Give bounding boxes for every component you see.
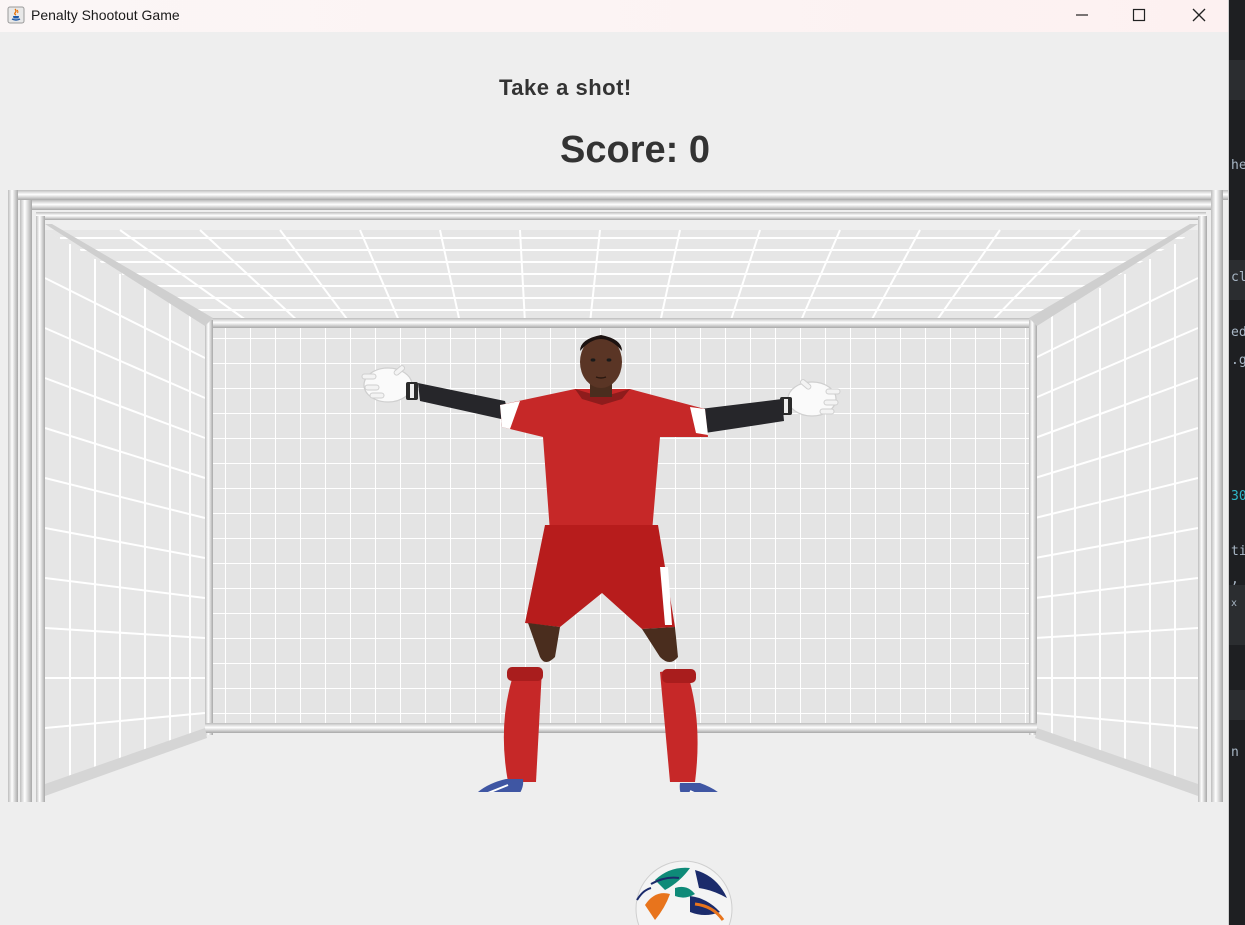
editor-band [1229, 585, 1245, 645]
right-glove-icon [780, 379, 841, 417]
maximize-icon [1132, 8, 1146, 22]
soccer-ball-icon[interactable] [635, 860, 735, 925]
window-title: Penalty Shootout Game [31, 7, 180, 23]
left-glove-icon [361, 365, 418, 403]
editor-text-fragment: he [1231, 158, 1245, 173]
title-bar[interactable]: Penalty Shootout Game [0, 0, 1228, 32]
background-editor-strip: he cl ed .g 30 ti , x n [1229, 0, 1245, 925]
editor-text-fragment: x [1231, 598, 1238, 609]
close-button[interactable] [1171, 0, 1227, 30]
editor-text-fragment: .g [1231, 353, 1245, 368]
editor-text-fragment: ti [1231, 544, 1245, 559]
status-message: Take a shot! [499, 75, 632, 100]
right-boot-icon [679, 783, 718, 792]
left-boot-icon [478, 779, 524, 792]
game-window: Penalty Shootout Game Take a shot! Score… [0, 0, 1229, 925]
minimize-icon [1076, 14, 1088, 16]
java-app-icon [7, 6, 25, 24]
game-panel[interactable]: Take a shot! Score: 0 [0, 32, 1228, 925]
minimize-button[interactable] [1054, 0, 1110, 30]
editor-band [1229, 60, 1245, 100]
editor-band [1229, 690, 1245, 720]
score-label: Score: 0 [560, 129, 710, 171]
editor-text-fragment: ed [1231, 325, 1245, 340]
maximize-button[interactable] [1111, 0, 1167, 30]
close-icon [1192, 8, 1206, 22]
editor-text-fragment: 30 [1231, 489, 1245, 504]
editor-text-fragment: , [1231, 572, 1239, 587]
goalkeeper-figure [361, 335, 841, 792]
editor-text-fragment: cl [1231, 270, 1245, 285]
editor-text-fragment: n [1231, 745, 1239, 760]
